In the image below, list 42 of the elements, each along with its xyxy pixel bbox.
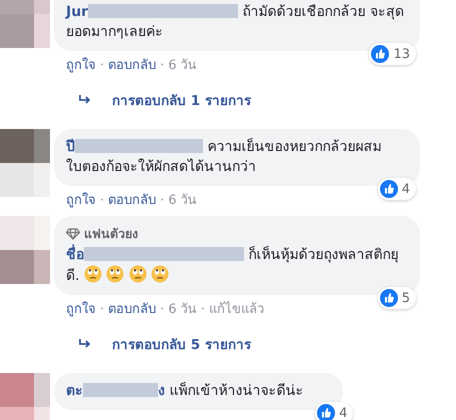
- author-link[interactable]: ปี: [66, 139, 203, 155]
- timestamp: 6 วัน: [168, 301, 197, 319]
- like-link[interactable]: ถูกใจ: [66, 57, 96, 75]
- diamond-icon: [66, 228, 80, 240]
- separator-dot: ·: [100, 57, 104, 75]
- separator-dot: ·: [100, 301, 104, 319]
- separator-dot: ·: [160, 192, 164, 210]
- timestamp: 6 วัน: [168, 192, 197, 210]
- eye-roll-emoji-icon: [128, 265, 147, 283]
- thumbs-up-icon: [371, 45, 390, 63]
- author-link[interactable]: Jur: [66, 4, 238, 20]
- comment-text: Jur ถ้ามัดด้วยเชือกกล้วย จะสุดยอดมากๆเลยค่ะ: [66, 3, 405, 42]
- eye-roll-emoji-icon: [106, 265, 124, 283]
- separator-dot: ·: [200, 301, 205, 319]
- author-link[interactable]: ตะ ง: [66, 383, 165, 399]
- like-link[interactable]: ถูกใจ: [66, 192, 96, 210]
- edited-label: แก้ไขแล้ว: [208, 301, 264, 319]
- reaction-count: 13: [369, 43, 416, 65]
- timestamp: 6 วัน: [168, 57, 197, 75]
- thumbs-up-icon: [380, 289, 398, 307]
- separator-dot: ·: [160, 57, 164, 75]
- reply-link[interactable]: ตอบกลับ: [108, 57, 156, 75]
- separator-dot: ·: [100, 192, 104, 210]
- like-link[interactable]: ถูกใจ: [66, 301, 96, 319]
- badge-label: แฟนตัวยง: [84, 225, 138, 243]
- comment-text: ตะ ง แพ็กเข้าห้างน่าจะดีน่ะ: [66, 381, 304, 401]
- reply-link[interactable]: ตอบกลับ: [108, 301, 156, 319]
- reply-arrow-icon: [78, 94, 92, 106]
- thumbs-up-icon: [380, 180, 398, 198]
- reply-arrow-icon: [78, 338, 92, 350]
- reaction-count: 4: [378, 178, 416, 200]
- view-replies-link[interactable]: การตอบกลับ 5 รายการ: [78, 333, 251, 355]
- comment-text: ปี ความเย็นของหยวกกล้วยผสมใบตองก้อจะให้ผักสดได้นานกว่า: [66, 137, 382, 177]
- thumbs-up-icon: [317, 404, 336, 420]
- eye-roll-emoji-icon: [151, 265, 170, 283]
- separator-dot: ·: [160, 301, 164, 319]
- view-replies-link[interactable]: การตอบกลับ 1 รายการ: [78, 89, 251, 111]
- reply-link[interactable]: ตอบกลับ: [108, 192, 156, 210]
- reaction-count: 5: [378, 287, 416, 309]
- eye-roll-emoji-icon: [84, 265, 102, 283]
- comment-text: ชื่อ ก็เห็นหุ้มด้วยถุงพลาสติกยุดี.: [66, 245, 408, 286]
- reaction-count: 4: [315, 402, 354, 420]
